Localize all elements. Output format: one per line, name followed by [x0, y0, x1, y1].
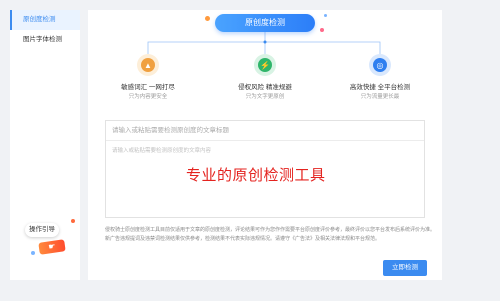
guide-hand-icon: ☛: [38, 239, 66, 255]
feature-title: 高效快捷 全平台检测: [349, 84, 411, 91]
page-title: 原创度检测: [215, 14, 315, 32]
feature-all-platform: ◎ 高效快捷 全平台检测 只为流量更长最: [340, 54, 420, 100]
feature-title: 侵权风险 精准规避: [238, 84, 292, 91]
globe-icon: ◎: [369, 54, 391, 76]
operation-guide-label[interactable]: 操作引导: [25, 223, 59, 237]
sidebar-item-image-font-check[interactable]: 图片字体检测: [10, 30, 80, 50]
article-title-input[interactable]: 请输入或粘贴需要检测原创度的文章标题: [106, 121, 424, 141]
warning-sign-icon: ▲: [137, 54, 159, 76]
lightning-shield-icon: ⚡: [254, 54, 276, 76]
main-panel: 原创度检测 ▲ 敏感词汇 一网打尽 只为内容更安全 ⚡ 侵权风险 精准规避 只为…: [88, 10, 442, 280]
notice-line: 侵权骑士原创度检测工具目前仅适用于文章的原创度检测，评论结果可作为您作作需要平台…: [105, 227, 436, 233]
sidebar: 原创度检测 图片字体检测 操作引导 ☛: [10, 10, 80, 280]
decor-dot: [205, 16, 210, 21]
article-editor: 请输入或粘贴需要检测原创度的文章标题 请输入或粘贴需要检测原创度的文章内容 专业…: [105, 120, 425, 218]
article-content-placeholder: 请输入或粘贴需要检测原创度的文章内容: [112, 148, 212, 154]
article-content-input[interactable]: 请输入或粘贴需要检测原创度的文章内容: [106, 141, 424, 159]
feature-subtitle: 只为文字更原创: [245, 94, 285, 100]
operation-guide[interactable]: 操作引导 ☛: [25, 215, 77, 259]
decor-dot: [324, 14, 327, 17]
feature-infringement-risk: ⚡ 侵权风险 精准规避 只为文字更原创: [225, 54, 305, 100]
feature-subtitle: 只为内容更安全: [128, 94, 168, 100]
feature-subtitle: 只为流量更长最: [360, 94, 400, 100]
notice-line: 新广告违规提词及违禁词检测结果仅供参考，检测结果不代表实际违规情况。请遵守《广告…: [105, 235, 381, 242]
feature-title: 敏感词汇 一网打尽: [121, 84, 175, 91]
guide-dot-icon: [71, 219, 75, 223]
notice-text: 侵权骑士原创度检测工具目前仅适用于文章的原创度检测，评论结果可作为您作作需要平台…: [105, 227, 435, 243]
guide-dot-icon: [31, 251, 35, 255]
decor-dot: [320, 28, 324, 32]
check-now-button[interactable]: 立即检测: [383, 260, 427, 276]
sidebar-item-originality-check[interactable]: 原创度检测: [10, 10, 80, 30]
promo-watermark: 专业的原创检测工具: [186, 167, 326, 184]
feature-sensitive-words: ▲ 敏感词汇 一网打尽 只为内容更安全: [108, 54, 188, 100]
